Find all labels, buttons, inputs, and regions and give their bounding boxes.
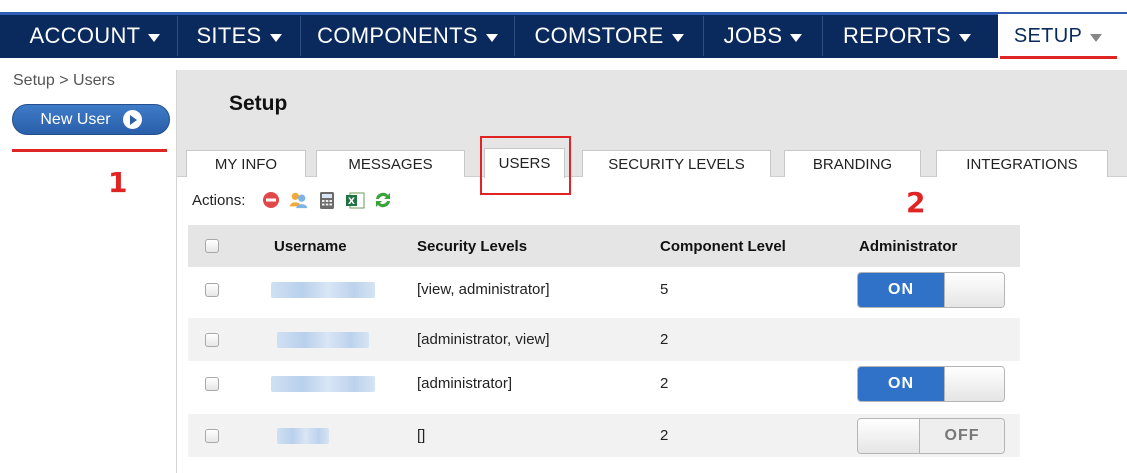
- column-header-username[interactable]: Username: [274, 225, 347, 267]
- tab-label: MESSAGES: [348, 155, 433, 173]
- nav-item-account[interactable]: ACCOUNT: [20, 19, 170, 53]
- new-user-button[interactable]: New User: [12, 104, 170, 135]
- toggle-knob: [944, 272, 1004, 307]
- nav-item-jobs[interactable]: JOBS: [709, 19, 817, 53]
- administrator-toggle[interactable]: OFF: [857, 417, 1005, 454]
- caret-down-icon: [671, 33, 684, 42]
- excel-export-icon[interactable]: X: [345, 190, 365, 210]
- component-level-cell: 2: [660, 375, 669, 392]
- nav-bar-stripe: [0, 12, 1127, 15]
- svg-text:X: X: [348, 197, 355, 207]
- caret-down-icon: [1090, 33, 1103, 42]
- select-all-checkbox[interactable]: [205, 239, 219, 253]
- refresh-icon[interactable]: [373, 190, 393, 210]
- select-all-cell: [205, 225, 219, 267]
- security-levels-cell: [administrator]: [417, 375, 513, 392]
- delete-icon[interactable]: [261, 190, 281, 210]
- nav-item-label: COMPONENTS: [317, 23, 478, 48]
- column-header-component-level[interactable]: Component Level: [660, 225, 786, 267]
- table-row: [administrator] 2 ON: [188, 362, 1020, 405]
- column-header-security-levels[interactable]: Security Levels: [417, 225, 527, 267]
- annotation-underline-setup: [1000, 56, 1117, 59]
- panel-header: Setup: [177, 70, 1127, 140]
- nav-divider: [514, 16, 515, 56]
- administrator-toggle[interactable]: ON: [857, 271, 1005, 308]
- nav-item-label: COMSTORE: [534, 23, 664, 48]
- nav-item-setup-inner: SETUP: [998, 19, 1118, 53]
- toggle-state-label: OFF: [920, 418, 1004, 453]
- nav-item-sites[interactable]: SITES: [183, 19, 295, 53]
- row-checkbox[interactable]: [205, 376, 219, 391]
- security-levels-cell: [administrator, view]: [417, 331, 550, 348]
- row-checkbox[interactable]: [205, 282, 219, 297]
- caret-down-icon: [959, 33, 972, 42]
- page-title: Setup: [229, 92, 288, 115]
- table-header: Username Security Levels Component Level…: [188, 225, 1020, 267]
- nav-item-label: REPORTS: [842, 23, 952, 48]
- nav-item-setup[interactable]: SETUP: [998, 14, 1127, 58]
- tab-security-levels[interactable]: SECURITY LEVELS: [582, 150, 771, 177]
- nav-divider: [703, 16, 704, 56]
- nav-item-components[interactable]: COMPONENTS: [306, 19, 509, 53]
- toggle-knob: [858, 418, 920, 453]
- tab-branding[interactable]: BRANDING: [784, 150, 921, 177]
- administrator-toggle[interactable]: ON: [857, 365, 1005, 402]
- nav-item-reports[interactable]: REPORTS: [828, 19, 986, 53]
- security-levels-cell: []: [417, 427, 426, 444]
- new-user-label: New User: [40, 110, 111, 128]
- annotation-marker-2: 2: [906, 186, 926, 219]
- nav-item-label: SITES: [196, 23, 262, 48]
- annotation-underline-new-user: [12, 149, 167, 152]
- tab-label: SECURITY LEVELS: [608, 155, 745, 173]
- nav-item-label: ACCOUNT: [29, 23, 141, 48]
- actions-label: Actions:: [192, 191, 246, 209]
- tab-label: INTEGRATIONS: [966, 155, 1078, 173]
- component-level-cell: 2: [660, 427, 669, 444]
- component-level-cell: 5: [660, 281, 669, 298]
- nav-item-comstore[interactable]: COMSTORE: [520, 19, 698, 53]
- username-link-redacted[interactable]: [271, 375, 375, 392]
- nav-divider: [822, 16, 823, 56]
- users-icon[interactable]: [289, 190, 309, 210]
- security-levels-cell: [view, administrator]: [417, 281, 550, 298]
- caret-down-icon: [148, 33, 161, 42]
- toggle-knob: [944, 366, 1004, 401]
- tab-messages[interactable]: MESSAGES: [316, 150, 465, 177]
- caret-down-icon: [485, 33, 498, 42]
- row-checkbox[interactable]: [205, 332, 219, 347]
- component-level-cell: 2: [660, 331, 669, 348]
- nav-item-label: JOBS: [723, 23, 783, 48]
- nav-item-label: SETUP: [1013, 24, 1083, 47]
- tab-strip: MY INFO MESSAGES USERS SECURITY LEVELS B…: [177, 140, 1127, 178]
- username-link-redacted[interactable]: [271, 281, 375, 298]
- toggle-state-label: ON: [858, 366, 944, 401]
- nav-divider: [177, 16, 178, 56]
- tab-label: BRANDING: [812, 155, 893, 173]
- arrow-right-circle-icon: [122, 110, 142, 129]
- username-link-redacted[interactable]: [277, 331, 369, 348]
- actions-toolbar: Actions: X: [192, 190, 393, 210]
- breadcrumb: Setup > Users: [13, 72, 115, 89]
- annotation-box-users-tab: [480, 136, 571, 195]
- caret-down-icon: [269, 33, 282, 42]
- table-row: [administrator, view] 2: [188, 318, 1020, 361]
- toggle-state-label: ON: [858, 272, 944, 307]
- annotation-marker-1: 1: [108, 166, 128, 199]
- tab-label: MY INFO: [214, 155, 278, 173]
- calculator-icon[interactable]: [317, 190, 337, 210]
- tab-integrations[interactable]: INTEGRATIONS: [936, 150, 1108, 177]
- table-row: [view, administrator] 5 ON: [188, 268, 1020, 311]
- column-header-administrator[interactable]: Administrator: [859, 225, 957, 267]
- top-navigation: ACCOUNT SITES COMPONENTS COMSTORE JOBS R…: [0, 0, 1127, 59]
- tab-my-info[interactable]: MY INFO: [186, 150, 306, 177]
- nav-divider: [300, 16, 301, 56]
- row-checkbox[interactable]: [205, 428, 219, 443]
- caret-down-icon: [790, 33, 803, 42]
- username-link-redacted[interactable]: [277, 427, 329, 444]
- table-row: [] 2 OFF: [188, 414, 1020, 457]
